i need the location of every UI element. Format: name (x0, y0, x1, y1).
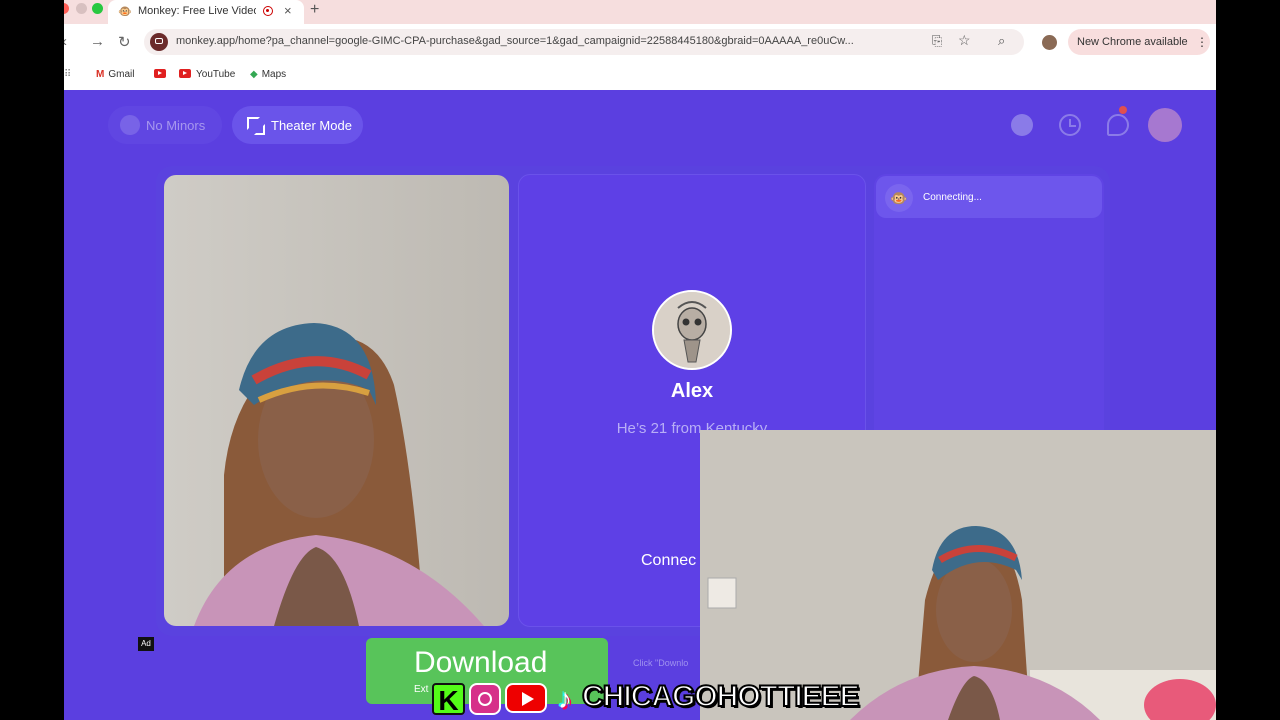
address-bar[interactable]: monkey.app/home?pa_channel=google-GIMC-C… (144, 29, 1024, 55)
new-chrome-chip[interactable]: New Chrome available ⋮ (1068, 29, 1210, 55)
apps-grid-icon[interactable]: ⠿ (64, 69, 71, 80)
match-name: Alex (670, 380, 714, 402)
bookmarks-bar: ⠿ M Gmail YouTube ◆ Maps (64, 60, 1216, 90)
social-handles-bar: K ♪ CHICAGOHOTTIEEE (432, 679, 861, 720)
bookmark-maps[interactable]: ◆ Maps (250, 69, 286, 80)
gmail-icon: M (96, 69, 105, 80)
no-minors-toggle[interactable]: No Minors (108, 106, 222, 144)
skull-tattoo-image (654, 292, 730, 368)
local-camera-feed (164, 175, 509, 626)
kick-icon: K (432, 683, 465, 716)
close-tab-icon[interactable]: × (284, 3, 292, 18)
chat-icon[interactable] (1107, 106, 1129, 136)
youtube-icon (179, 69, 191, 78)
bookmark-gmail[interactable]: M Gmail (96, 69, 134, 80)
webcam-image (164, 175, 509, 626)
close-window-button[interactable] (64, 3, 69, 14)
bookmark-star-icon[interactable]: ☆ (958, 32, 971, 49)
install-app-icon[interactable]: ⎘ (932, 33, 942, 49)
profile-avatar[interactable] (1042, 35, 1057, 50)
monkey-avatar-icon: 🐵 (885, 184, 913, 212)
streamer-handle: CHICAGOHOTTIEEE (581, 679, 861, 714)
menu-dots-icon[interactable]: ⋮ (1196, 35, 1208, 49)
forward-arrow-icon[interactable]: → (90, 33, 105, 50)
bookmark-label: YouTube (196, 69, 236, 80)
connect-status-text: Connec (641, 552, 697, 569)
bookmark-label: Maps (261, 69, 287, 80)
back-arrow-icon[interactable]: ‹ (64, 33, 67, 50)
update-chip-label: New Chrome available (1077, 36, 1188, 48)
tab-monkey[interactable]: 🐵 Monkey: Free Live Video C × (108, 0, 304, 24)
tab-title: Monkey: Free Live Video C (138, 5, 256, 17)
user-avatar[interactable] (1148, 108, 1182, 142)
connecting-row: 🐵 Connecting... (876, 176, 1102, 218)
tab-strip: 🐵 Monkey: Free Live Video C × + (64, 0, 1216, 24)
maximize-window-button[interactable] (92, 3, 103, 14)
monkey-favicon-icon: 🐵 (118, 6, 132, 18)
no-minors-icon (120, 115, 140, 135)
theater-mode-button[interactable]: Theater Mode (232, 106, 363, 144)
history-icon[interactable] (1059, 114, 1081, 136)
ad-badge: Ad (138, 637, 154, 651)
download-sublabel: Ext (414, 684, 429, 695)
bookmark-label: Gmail (108, 69, 135, 80)
site-camera-icon[interactable] (150, 33, 168, 51)
url-text: monkey.app/home?pa_channel=google-GIMC-C… (176, 35, 854, 47)
instagram-icon (469, 683, 501, 715)
new-tab-button[interactable]: + (310, 1, 319, 19)
minimize-window-button[interactable] (76, 3, 87, 14)
tiktok-icon: ♪ (558, 683, 572, 714)
streamer-webcam-image (700, 430, 1216, 720)
match-avatar (652, 290, 732, 370)
notification-dot (1119, 106, 1127, 114)
download-hint: Click "Downlo (633, 658, 689, 668)
expand-icon (247, 117, 265, 135)
theater-mode-label: Theater Mode (271, 118, 352, 133)
youtube-icon (505, 683, 547, 715)
recording-icon (263, 6, 273, 16)
maps-icon: ◆ (250, 69, 258, 80)
connecting-status: Connecting... (923, 192, 982, 203)
bookmark-youtube[interactable]: YouTube (179, 69, 235, 80)
coin-icon[interactable] (1011, 114, 1033, 136)
reload-icon[interactable]: ↻ (118, 33, 131, 51)
streamer-webcam-overlay (700, 430, 1216, 720)
lens-search-icon[interactable]: ⌕ (998, 33, 1005, 49)
youtube-icon (154, 69, 166, 78)
no-minors-label: No Minors (146, 118, 206, 133)
browser-toolbar: ‹ → ↻ monkey.app/home?pa_channel=google-… (64, 24, 1216, 60)
bookmark-youtube-icon-only[interactable] (154, 69, 171, 80)
download-label: Download (414, 646, 548, 679)
